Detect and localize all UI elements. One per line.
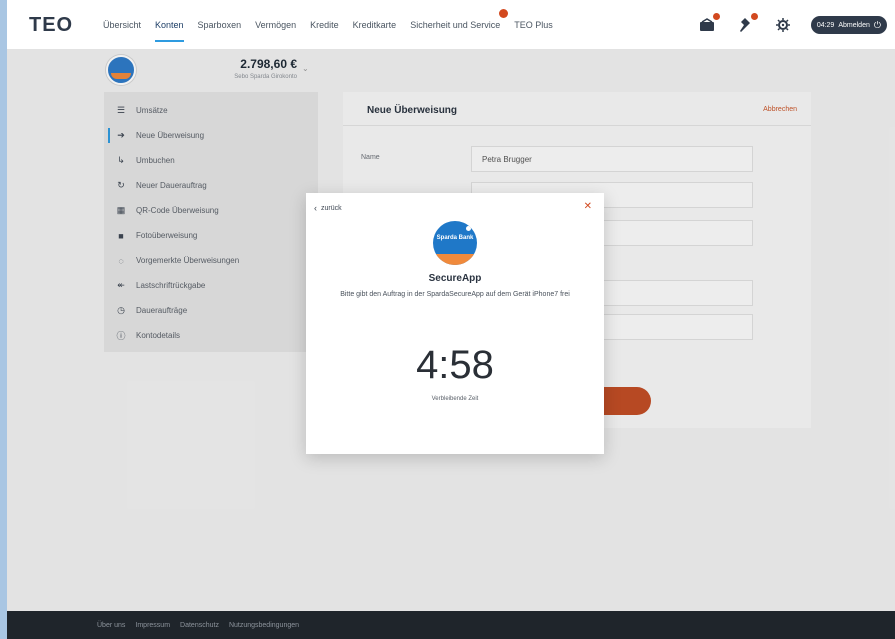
mailbox-icon[interactable] [697, 13, 720, 35]
nav-item-vermoegen[interactable]: Vermögen [255, 0, 296, 50]
nav-item-uebersicht[interactable]: Übersicht [103, 0, 141, 50]
footer-link-nutzungsbedingungen[interactable]: Nutzungsbedingungen [229, 622, 299, 629]
gear-icon[interactable] [773, 15, 793, 35]
close-icon[interactable]: ✕ [584, 201, 592, 212]
app-window: TEO Übersicht Konten Sparboxen Vermögen … [7, 0, 895, 639]
footer-link-datenschutz[interactable]: Datenschutz [180, 622, 219, 629]
app-logo-text: Sparda Bank [436, 235, 474, 241]
footer-link-ueber-uns[interactable]: Über uns [97, 622, 125, 629]
notification-pin-icon [499, 9, 509, 18]
countdown-timer: 4:58 [416, 343, 494, 387]
logo-dot [466, 226, 471, 231]
pin-icon[interactable] [735, 13, 758, 35]
nav-item-sparboxen[interactable]: Sparboxen [198, 0, 242, 50]
logout-label: Abmelden [838, 21, 870, 29]
logout-button[interactable]: 04:29 Abmelden ⏻ [810, 16, 887, 34]
top-navigation-bar: TEO Übersicht Konten Sparboxen Vermögen … [7, 0, 895, 50]
countdown-label: Verbleibende Zeit [431, 396, 479, 402]
logo-orange-band [433, 254, 477, 265]
nav-item-sicherheit[interactable]: Sicherheit und Service [410, 0, 509, 50]
mailbox-badge [712, 13, 720, 20]
app-name: SecureApp [428, 273, 482, 284]
pin-badge [750, 13, 758, 20]
session-time: 04:29 [816, 21, 835, 29]
nav-item-kredite[interactable]: Kredite [310, 0, 339, 50]
top-icons: 04:29 Abmelden ⏻ [697, 0, 895, 50]
footer-link-impressum[interactable]: Impressum [135, 622, 170, 629]
secureapp-modal: ‹ zurück ✕ Sparda Bank SecureApp Bitte g… [306, 193, 604, 454]
power-icon: ⏻ [873, 19, 881, 30]
nav-item-kreditkarte[interactable]: Kreditkarte [353, 0, 397, 50]
nav-item-konten[interactable]: Konten [155, 0, 184, 50]
chevron-left-icon: ‹ [314, 203, 317, 213]
back-label: zurück [321, 204, 342, 212]
main-nav: Übersicht Konten Sparboxen Vermögen Kred… [103, 0, 567, 50]
modal-message: Bitte gibt den Auftrag in der SpardaSecu… [340, 291, 570, 298]
teo-logo[interactable]: TEO [29, 14, 73, 37]
footer: Über uns Impressum Datenschutz Nutzungsb… [7, 611, 895, 639]
sparda-app-logo: Sparda Bank [433, 221, 477, 265]
back-button[interactable]: ‹ zurück [314, 203, 342, 213]
nav-item-teo-plus[interactable]: TEO Plus [514, 0, 553, 50]
nav-item-sicherheit-label: Sicherheit und Service [410, 20, 501, 30]
